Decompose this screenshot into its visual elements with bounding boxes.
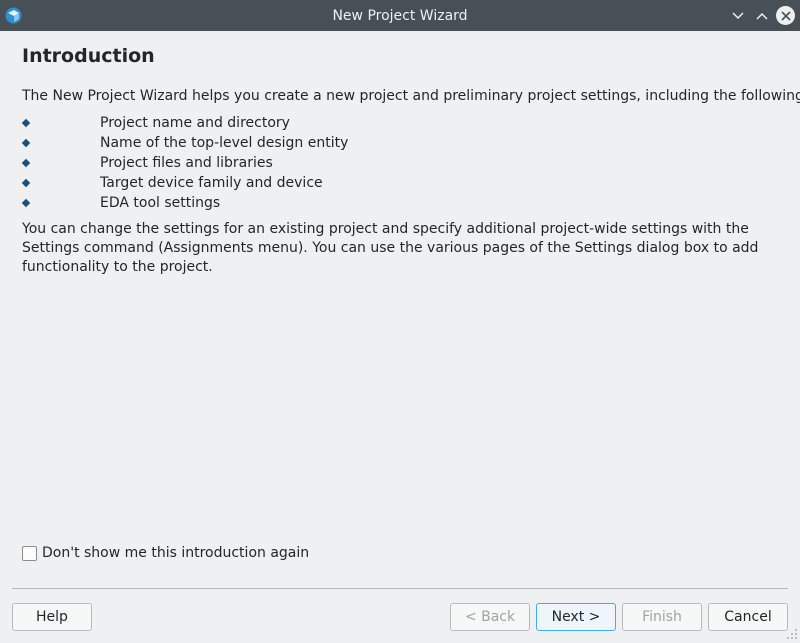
list-item: EDA tool settings bbox=[21, 193, 348, 213]
list-item-label: Project files and libraries bbox=[100, 155, 273, 171]
bullet-diamond-icon bbox=[21, 118, 31, 128]
maximize-button[interactable] bbox=[752, 6, 771, 25]
chevron-up-icon bbox=[755, 12, 768, 20]
list-item: Project files and libraries bbox=[21, 153, 348, 173]
list-item-label: EDA tool settings bbox=[100, 195, 221, 211]
dont-show-again-checkbox[interactable] bbox=[22, 545, 37, 561]
divider bbox=[12, 588, 788, 589]
bullet-diamond-icon bbox=[21, 158, 31, 168]
list-item-label: Name of the top-level design entity bbox=[100, 135, 349, 151]
list-item: Target device family and device bbox=[21, 173, 348, 193]
help-button[interactable]: Help bbox=[12, 603, 92, 631]
finish-button[interactable]: Finish bbox=[622, 603, 702, 631]
dont-show-again-label[interactable]: Don't show me this introduction again bbox=[42, 545, 309, 561]
window-title: New Project Wizard bbox=[332, 7, 468, 24]
chevron-down-icon bbox=[731, 11, 744, 19]
close-icon bbox=[780, 10, 791, 21]
list-item-label: Target device family and device bbox=[100, 175, 323, 191]
settings-list: Project name and directory Name of the t… bbox=[21, 113, 349, 213]
title-bar: New Project Wizard bbox=[0, 0, 800, 31]
dont-show-again-option[interactable]: Don't show me this introduction again bbox=[22, 545, 309, 561]
list-item-label: Project name and directory bbox=[100, 115, 290, 131]
intro-text: The New Project Wizard helps you create … bbox=[22, 88, 800, 104]
close-button[interactable] bbox=[776, 6, 795, 25]
minimize-button[interactable] bbox=[728, 6, 747, 25]
bullet-diamond-icon bbox=[21, 138, 31, 148]
resize-grip-icon[interactable] bbox=[786, 628, 798, 640]
description-paragraph: You can change the settings for an exist… bbox=[22, 221, 759, 275]
cancel-button[interactable]: Cancel bbox=[708, 603, 788, 631]
next-button[interactable]: Next > bbox=[536, 603, 616, 631]
wizard-page: Introduction The New Project Wizard help… bbox=[0, 31, 800, 643]
list-item: Project name and directory bbox=[21, 113, 348, 133]
back-button[interactable]: < Back bbox=[450, 603, 530, 631]
list-item: Name of the top-level design entity bbox=[21, 133, 349, 153]
page-title: Introduction bbox=[22, 45, 155, 67]
app-icon[interactable] bbox=[5, 7, 22, 24]
bullet-diamond-icon bbox=[21, 178, 31, 188]
bullet-diamond-icon bbox=[21, 198, 31, 208]
